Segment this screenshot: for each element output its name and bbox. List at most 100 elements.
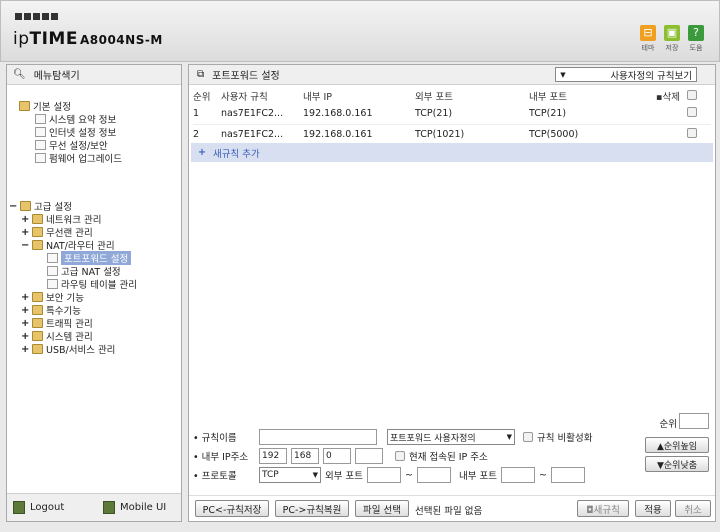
rule-view-select[interactable]: ▼ 사용자정의 규칙보기 bbox=[555, 67, 697, 82]
tree-item-special[interactable]: + 특수기능 bbox=[21, 303, 81, 318]
help-icon: ? bbox=[688, 25, 704, 41]
system-icon bbox=[32, 331, 43, 341]
model-name: A8004NS-M bbox=[79, 33, 163, 47]
main-panel: ⧉ 포트포워드 설정 ▼ 사용자정의 규칙보기 순위 사용자 규칙 내부 IP … bbox=[188, 64, 716, 522]
main-header: ⧉ 포트포워드 설정 ▼ 사용자정의 규칙보기 bbox=[189, 65, 715, 85]
select-all-checkbox[interactable] bbox=[687, 89, 697, 100]
int-port-end[interactable] bbox=[550, 467, 585, 483]
chevron-down-icon: ▼ bbox=[560, 70, 566, 79]
mobile-icon bbox=[103, 501, 115, 514]
tree-item-routing-table[interactable]: 라우팅 테이블 관리 bbox=[47, 277, 137, 291]
table-row[interactable]: 2 nas7E1FC2... 192.168.0.161 TCP(1021) T… bbox=[193, 124, 711, 145]
logout-icon bbox=[13, 501, 25, 514]
tree-item-advanced-nat[interactable]: 고급 NAT 설정 bbox=[47, 264, 121, 278]
plus-icon: + bbox=[198, 147, 206, 158]
router-icon bbox=[32, 240, 43, 250]
rule-type-select[interactable]: 포트포워드 사용자정의 ▼ bbox=[387, 429, 515, 445]
add-rule-row[interactable]: + 새규칙 추가 bbox=[191, 143, 713, 162]
theme-button[interactable]: ⊟ 테마 bbox=[637, 25, 659, 53]
window-icon: ⧉ bbox=[197, 69, 205, 80]
mobile-ui-button[interactable]: Mobile UI bbox=[103, 501, 166, 514]
rank-down-button[interactable]: ▼순위낮춤 bbox=[645, 456, 709, 472]
rank-label: 순위 bbox=[659, 419, 677, 430]
rank-up-button[interactable]: ▲순위높임 bbox=[645, 437, 709, 453]
collapse-toggle[interactable]: − bbox=[9, 201, 17, 212]
cancel-button[interactable]: 취소 bbox=[675, 500, 711, 517]
logout-button[interactable]: Logout bbox=[13, 501, 64, 514]
tree-item-wireless-settings[interactable]: 무선 설정/보안 bbox=[35, 138, 108, 152]
theme-icon: ⊟ bbox=[640, 25, 656, 41]
tree-item-internet-settings[interactable]: 인터넷 설정 정보 bbox=[35, 125, 116, 139]
traffic-icon bbox=[32, 318, 43, 328]
page-icon bbox=[47, 266, 58, 276]
table-row[interactable]: 1 nas7E1FC2... 192.168.0.161 TCP(21) TCP… bbox=[193, 104, 711, 125]
ip-octet-4[interactable] bbox=[355, 448, 383, 464]
tree-item-nat-router[interactable]: − NAT/라우터 관리 bbox=[21, 238, 115, 253]
magnifier-icon: 🔍︎ bbox=[13, 69, 26, 80]
ip-octet-3[interactable]: 0 bbox=[323, 448, 351, 464]
tree-item-system[interactable]: + 시스템 관리 bbox=[21, 329, 93, 344]
tree-item-port-forward[interactable]: 포트포워드 설정 bbox=[47, 251, 132, 265]
rule-form: • 규칙이름 포트포워드 사용자정의 ▼ 규칙 비활성화 • 내부 IP주소 19… bbox=[189, 413, 715, 493]
globe-icon bbox=[35, 127, 46, 137]
sidebar-header: 🔍︎ 메뉴탐색기 bbox=[7, 65, 181, 85]
page-icon bbox=[47, 279, 58, 289]
upgrade-icon bbox=[35, 153, 46, 163]
new-rule-button[interactable]: ◘새규칙 bbox=[577, 500, 629, 517]
restore-from-pc-button[interactable]: PC->규칙복원 bbox=[275, 500, 349, 517]
tree-item-network[interactable]: + 네트워크 관리 bbox=[21, 212, 101, 227]
file-select-button[interactable]: 파일 선택 bbox=[355, 500, 409, 517]
wireless-icon bbox=[32, 227, 43, 237]
help-button[interactable]: ? 도움 bbox=[685, 25, 707, 53]
rules-table: 순위 사용자 규칙 내부 IP 외부 포트 내부 포트 ▪삭제 1 nas7E1… bbox=[193, 87, 711, 145]
special-icon bbox=[32, 305, 43, 315]
chevron-down-icon: ▼ bbox=[506, 433, 512, 441]
tree-item-wireless[interactable]: + 무선랜 관리 bbox=[21, 225, 93, 240]
sidebar: 🔍︎ 메뉴탐색기 기본 설정 시스템 요약 정보 인터넷 설정 정보 무선 설정… bbox=[6, 64, 182, 522]
wifi-icon bbox=[35, 140, 46, 150]
chart-icon bbox=[35, 114, 46, 124]
int-port-start[interactable] bbox=[500, 467, 535, 483]
tree-item-security[interactable]: + 보안 기능 bbox=[21, 290, 84, 305]
tree-basic-settings[interactable]: 기본 설정 bbox=[19, 99, 71, 113]
rule-name-input[interactable] bbox=[259, 429, 377, 445]
tree-item-traffic[interactable]: + 트래픽 관리 bbox=[21, 316, 93, 331]
sidebar-footer: Logout Mobile UI bbox=[7, 493, 181, 521]
delete-checkbox[interactable] bbox=[687, 127, 697, 138]
lock-icon bbox=[32, 292, 43, 302]
tree-item-system-summary[interactable]: 시스템 요약 정보 bbox=[35, 112, 116, 126]
save-icon: ▣ bbox=[664, 25, 680, 41]
file-status: 선택된 파일 없음 bbox=[415, 506, 483, 517]
bottom-toolbar: PC<-규칙저장 PC->규칙복원 파일 선택 선택된 파일 없음 ◘새규칙 적… bbox=[189, 495, 715, 521]
tree-item-firmware-upgrade[interactable]: 펌웨어 업그레이드 bbox=[35, 151, 122, 165]
rank-input[interactable] bbox=[679, 413, 709, 429]
ext-port-start[interactable] bbox=[366, 467, 401, 483]
save-to-pc-button[interactable]: PC<-규칙저장 bbox=[195, 500, 269, 517]
usb-icon bbox=[32, 344, 43, 354]
chevron-down-icon: ▼ bbox=[312, 471, 318, 479]
internal-ip-label: • 내부 IP주소 bbox=[193, 452, 249, 463]
ext-port-end[interactable] bbox=[416, 467, 451, 483]
ip-octet-2[interactable]: 168 bbox=[291, 448, 319, 464]
header-bar: ipTIME A8004NS-M ⊟ 테마 ▣ 저장 ? 도움 bbox=[0, 0, 720, 62]
apply-button[interactable]: 적용 bbox=[635, 500, 671, 517]
protocol-select[interactable]: TCP ▼ bbox=[259, 467, 321, 483]
tree-item-usb-service[interactable]: + USB/서비스 관리 bbox=[21, 342, 115, 357]
save-button[interactable]: ▣ 저장 bbox=[661, 25, 683, 53]
table-header: 순위 사용자 규칙 내부 IP 외부 포트 내부 포트 ▪삭제 bbox=[193, 87, 711, 104]
rule-name-label: • 규칙이름 bbox=[193, 433, 237, 444]
logo-squares bbox=[15, 13, 58, 20]
folder-icon bbox=[20, 201, 31, 211]
page-title: 포트포워드 설정 bbox=[212, 71, 280, 82]
folder-icon bbox=[19, 101, 30, 111]
ip-octet-1[interactable]: 192 bbox=[259, 448, 287, 464]
disable-rule-checkbox[interactable] bbox=[523, 432, 533, 442]
current-ip-checkbox[interactable] bbox=[395, 451, 405, 461]
protocol-label: • 프로토콜 bbox=[193, 471, 237, 482]
tree-advanced-settings[interactable]: − 고급 설정 bbox=[9, 199, 72, 214]
brand-logo: ipTIME A8004NS-M bbox=[13, 29, 163, 49]
sidebar-title: 메뉴탐색기 bbox=[33, 71, 80, 82]
page-icon bbox=[47, 253, 58, 263]
delete-checkbox[interactable] bbox=[687, 107, 697, 118]
network-icon bbox=[32, 214, 43, 224]
